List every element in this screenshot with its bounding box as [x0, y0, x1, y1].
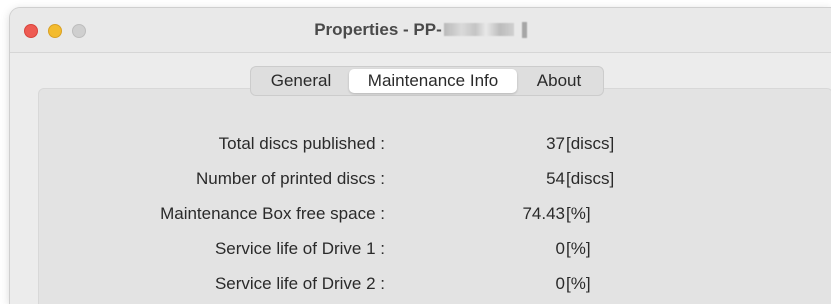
title-bar[interactable]: Properties - PP- [10, 8, 831, 53]
info-row-drive-1: Service life of Drive 1 : 0 [%] [10, 239, 831, 263]
info-label: Service life of Drive 2 : [214, 274, 385, 293]
info-unit: [%] [566, 239, 591, 258]
window-title: Properties - PP- [10, 20, 831, 40]
info-unit: [%] [566, 204, 591, 223]
info-value: 54 [546, 169, 565, 188]
info-label: Number of printed discs : [196, 169, 385, 188]
info-label: Total discs published : [218, 134, 385, 153]
tab-bar: General Maintenance Info About [250, 66, 604, 96]
info-value: 0 [555, 274, 565, 293]
info-unit: [discs] [566, 134, 615, 153]
info-unit: [discs] [566, 169, 615, 188]
info-value: 0 [555, 239, 565, 258]
tab-about[interactable]: About [517, 69, 601, 93]
info-label: Service life of Drive 1 : [214, 239, 385, 258]
tab-maintenance-info[interactable]: Maintenance Info [349, 69, 517, 93]
tab-general[interactable]: General [253, 69, 349, 93]
info-value: 37 [546, 134, 565, 153]
info-row-maintenance-box: Maintenance Box free space : 74.43 [%] [10, 204, 831, 228]
properties-window: Properties - PP- General Maintenance Inf… [10, 8, 831, 304]
redacted-model-name [443, 23, 514, 36]
info-row-printed-discs: Number of printed discs : 54 [discs] [10, 169, 831, 193]
info-unit: [%] [566, 274, 591, 293]
redacted-model-suffix [521, 22, 527, 38]
info-label: Maintenance Box free space : [160, 204, 385, 223]
window-title-text: Properties - PP- [314, 20, 442, 39]
info-row-total-discs: Total discs published : 37 [discs] [10, 134, 831, 158]
info-row-drive-2: Service life of Drive 2 : 0 [%] [10, 274, 831, 298]
tab-content-panel [38, 88, 831, 304]
info-value: 74.43 [522, 204, 565, 223]
